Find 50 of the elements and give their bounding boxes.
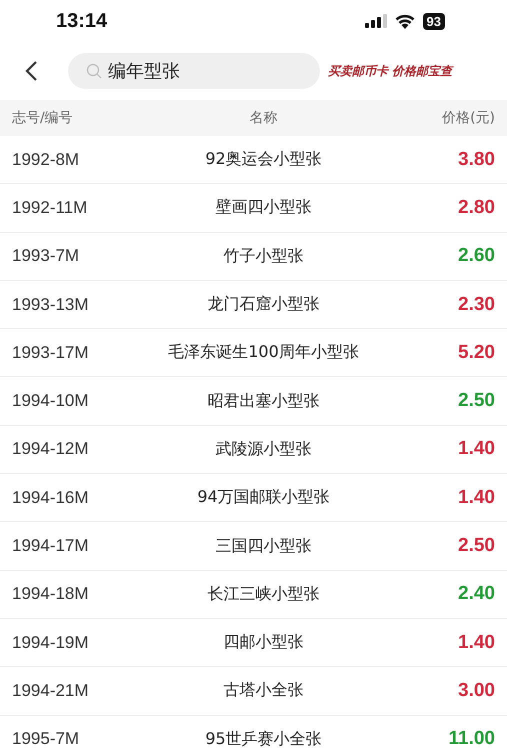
status-time: 13:14 [56,10,108,32]
battery-level: 93 [422,12,445,30]
wifi-icon [394,14,415,28]
table-cell-text: 武陵源小型张 [214,438,312,460]
column-header: 志号/编号 [12,109,74,127]
price-cell-text: 2.50 [457,390,495,412]
price-cell-text: 3.00 [457,680,495,702]
price-cell-text: 2.80 [457,196,495,219]
table-cell-text: 1995-7M [12,729,80,750]
table-cell-text: 壁画四小型张 [214,197,312,218]
price-cell-text: 3.80 [457,148,495,171]
price-cell-text: 1.40 [457,632,495,654]
table-cell-text: 1994-10M [12,391,90,412]
column-header: 名称 [248,109,278,127]
table-cell-text: 1994-19M [12,632,90,653]
price-cell-text: 2.40 [457,583,495,606]
table-cell-text: 1992-8M [12,150,80,170]
table-cell-text: 1992-11M [12,198,88,218]
table-cell-text: 92奥运会小型张 [204,149,323,170]
table-cell-text: 龙门石窟小型张 [206,294,320,316]
table-cell-text: 毛泽东诞生100周年小型张 [167,342,360,364]
table-cell-text: 1994-17M [12,536,90,556]
price-cell-text: 1.40 [457,438,495,460]
search-field[interactable]: 编年型张 [68,53,320,89]
table-cell-text: 长江三峡小型张 [206,584,320,605]
table-cell-text: 95世乒赛小全张 [204,728,323,750]
slogan-text: 买卖邮币卡 价格邮宝查 [328,62,452,80]
column-header: 价格(元) [441,109,495,127]
price-cell-text: 11.00 [448,728,495,750]
table-cell-text: 竹子小型张 [222,246,304,267]
table-cell-text: 四邮小型张 [222,632,304,654]
price-cell-text: 5.20 [457,342,495,364]
price-cell-text: 2.50 [457,535,495,558]
table-cell-text: 1993-13M [12,294,90,315]
table-cell-text: 1994-18M [12,584,90,604]
table-cell-text: 古塔小全张 [222,680,304,702]
back-icon[interactable] [24,60,38,82]
table-cell-text: 1994-12M [12,439,90,460]
table-cell-text: 1994-16M [12,488,90,508]
table-cell-text: 1994-21M [12,680,90,701]
search-icon [86,63,102,79]
table-cell-text: 三国四小型张 [214,536,312,557]
table-cell-text: 昭君出塞小型张 [206,390,320,412]
signal-icon [364,14,387,28]
price-cell-text: 2.30 [457,294,495,316]
price-cell-text: 2.60 [457,245,495,268]
table-cell-text: 94万国邮联小型张 [196,487,331,508]
table-cell-text: 1993-17M [12,342,90,363]
table-cell-text: 1993-7M [12,246,80,266]
price-cell-text: 1.40 [457,486,495,509]
